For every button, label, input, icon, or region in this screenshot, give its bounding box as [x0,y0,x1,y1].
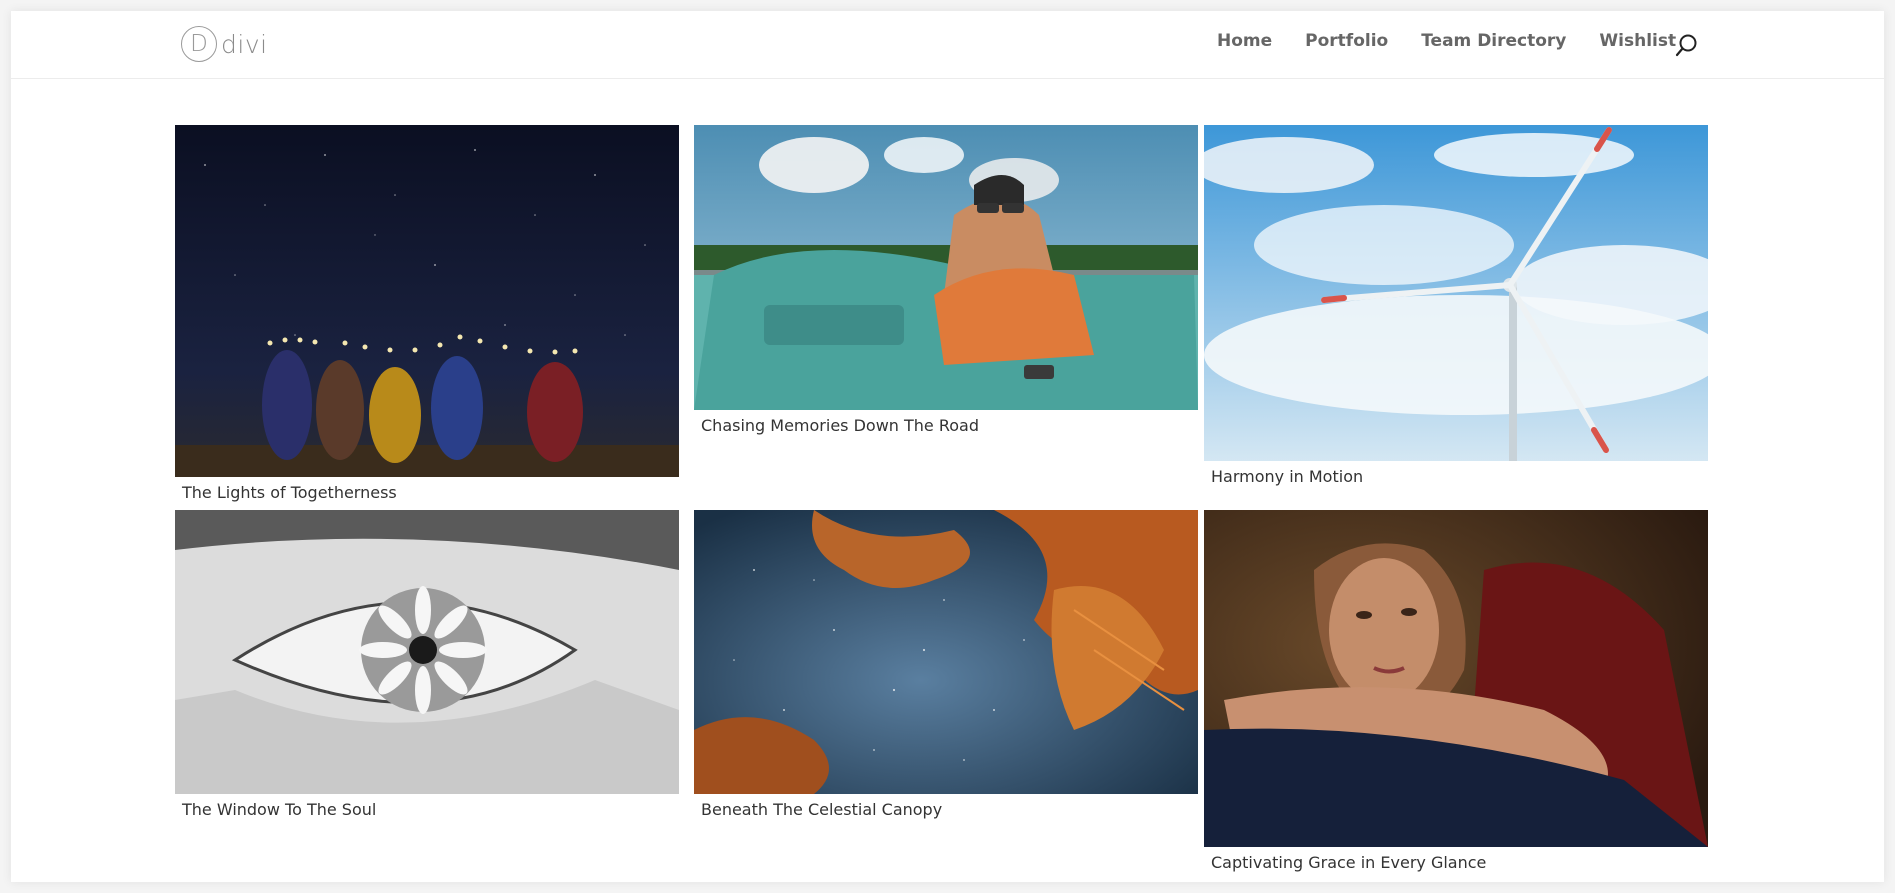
portfolio-title[interactable]: Harmony in Motion [1211,467,1363,486]
search-icon[interactable] [1674,33,1700,59]
nav-item-home[interactable]: Home [1217,31,1272,51]
site-logo[interactable]: D divi [181,26,268,62]
logo-text: divi [221,29,268,59]
portfolio-title[interactable]: Beneath The Celestial Canopy [701,800,942,819]
portfolio-image[interactable] [694,125,1198,410]
page-frame: D divi Home Portfolio Team Directory Wis… [11,11,1884,882]
portfolio-image[interactable] [694,510,1198,794]
portfolio-image[interactable] [1204,510,1708,847]
portfolio-title[interactable]: Chasing Memories Down The Road [701,416,979,435]
site-header: D divi Home Portfolio Team Directory Wis… [11,11,1884,79]
portfolio-image[interactable] [175,510,679,794]
portfolio-image[interactable] [175,125,679,477]
nav-item-team-directory[interactable]: Team Directory [1421,31,1566,51]
portfolio-title[interactable]: The Lights of Togetherness [182,483,397,502]
portfolio-image[interactable] [1204,125,1708,461]
nav-item-wishlist[interactable]: Wishlist [1599,31,1676,51]
portfolio-title[interactable]: The Window To The Soul [182,800,376,819]
logo-mark: D [181,26,217,62]
main-nav: Home Portfolio Team Directory Wishlist [1217,31,1676,51]
portfolio-title[interactable]: Captivating Grace in Every Glance [1211,853,1486,872]
nav-item-portfolio[interactable]: Portfolio [1305,31,1388,51]
